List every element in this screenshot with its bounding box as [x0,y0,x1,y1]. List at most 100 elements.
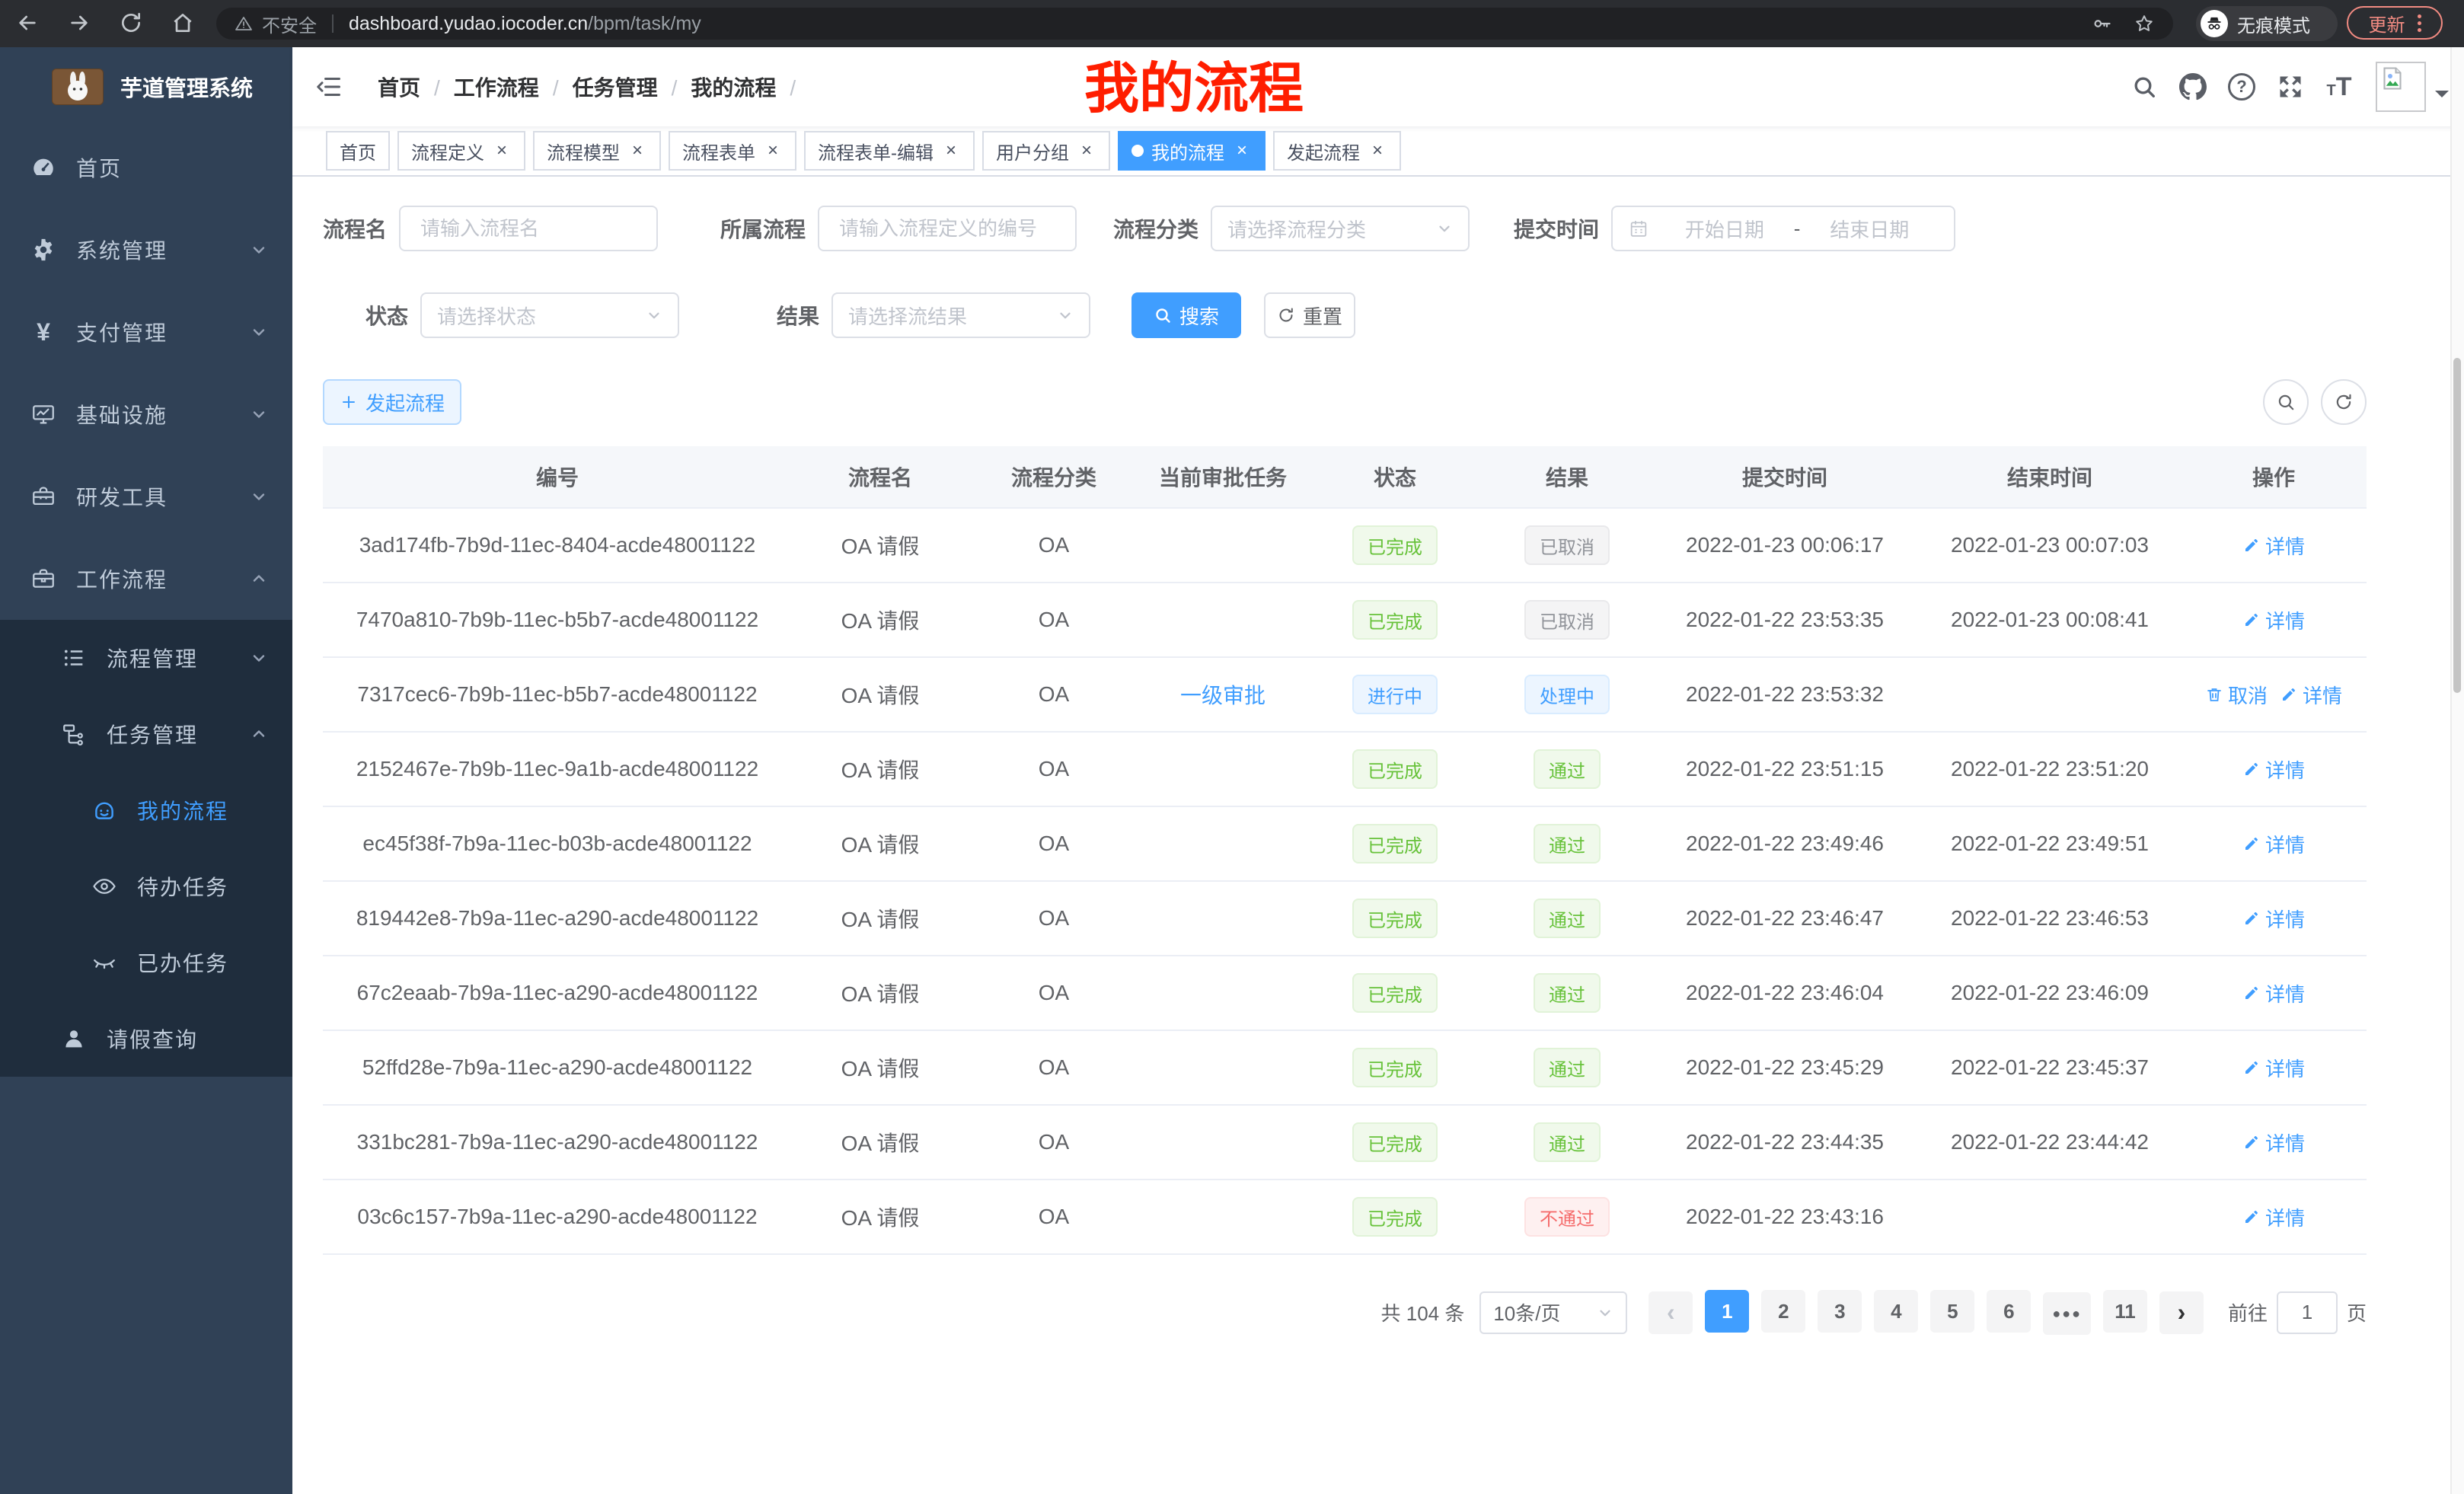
breadcrumb-item[interactable]: 工作流程 [454,72,573,102]
status-select[interactable]: 请选择状态 [420,292,679,338]
breadcrumb-item[interactable]: 首页 [378,72,454,102]
close-tab-icon[interactable] [941,141,961,161]
sidebar-item[interactable]: 研发工具 [0,455,292,538]
table-column-header[interactable]: 编号 [323,446,792,507]
scrollbar-thumb[interactable] [2453,358,2461,693]
detail-link[interactable]: 详情 [2242,1054,2305,1082]
table-column-header[interactable]: 提交时间 [1651,446,1919,507]
current-task-link[interactable]: 一级审批 [1180,679,1266,710]
github-icon[interactable] [2169,62,2217,111]
back-button[interactable] [9,5,46,41]
end-date-placeholder[interactable]: 结束日期 [1800,215,1939,243]
table-column-header[interactable]: 操作 [2181,446,2367,507]
fullscreen-icon[interactable] [2266,62,2315,111]
edit-pen-icon [2242,1208,2261,1226]
view-tab[interactable]: 用户分组 [982,131,1110,171]
address-bar[interactable]: 不安全 dashboard.yudao.iocoder.cn /bpm/task… [216,8,2173,40]
page-number-button[interactable]: 5 [1930,1290,1974,1333]
page-number-button[interactable]: 6 [1987,1290,2031,1333]
close-tab-icon[interactable] [492,141,512,161]
sidebar-item[interactable]: 流程管理 [0,620,292,696]
breadcrumb-item[interactable]: 我的流程 [691,72,809,102]
sidebar-item-label: 我的流程 [137,795,268,825]
page-number-button[interactable]: 4 [1874,1290,1918,1333]
result-select[interactable]: 请选择流结果 [831,292,1090,338]
sidebar-item[interactable]: 基础设施 [0,373,292,455]
category-select[interactable]: 请选择流程分类 [1211,206,1470,251]
process-name-input[interactable] [417,215,640,242]
cancel-link[interactable]: 取消 [2205,681,2268,709]
breadcrumb-item[interactable]: 任务管理 [573,72,691,102]
detail-link[interactable]: 详情 [2280,681,2342,709]
page-number-button[interactable]: 11 [2103,1290,2147,1333]
close-tab-icon[interactable] [1077,141,1096,161]
refresh-table-button[interactable] [2321,379,2367,425]
start-process-button[interactable]: 发起流程 [323,379,461,425]
security-badge[interactable]: 不安全 [262,11,317,37]
close-tab-icon[interactable] [627,141,647,161]
start-date-placeholder[interactable]: 开始日期 [1655,215,1794,243]
sidebar-collapse-toggle[interactable] [305,62,353,111]
detail-link[interactable]: 详情 [2242,1203,2305,1231]
view-tab[interactable]: 我的流程 [1118,131,1266,171]
table-column-header[interactable]: 结果 [1483,446,1651,507]
password-key-icon[interactable] [2091,13,2112,34]
detail-link[interactable]: 详情 [2242,1128,2305,1157]
page-number-button[interactable]: 1 [1705,1290,1749,1333]
next-page-button[interactable] [2159,1291,2204,1334]
close-tab-icon[interactable] [1368,141,1387,161]
view-tab[interactable]: 流程模型 [533,131,661,171]
detail-link[interactable]: 详情 [2242,830,2305,858]
sidebar-item[interactable]: 任务管理 [0,696,292,772]
sidebar-item[interactable]: 已办任务 [0,924,292,1001]
reset-button[interactable]: 重置 [1264,292,1355,338]
view-tab[interactable]: 流程表单-编辑 [804,131,975,171]
process-definition-input[interactable] [836,215,1058,242]
date-range-picker[interactable]: 开始日期 - 结束日期 [1611,206,1955,251]
sidebar-item[interactable]: 首页 [0,126,292,209]
table-column-header[interactable]: 当前审批任务 [1139,446,1307,507]
view-tab[interactable]: 首页 [326,131,390,171]
detail-link[interactable]: 详情 [2242,979,2305,1007]
sidebar-item[interactable]: 系统管理 [0,209,292,291]
table-column-header[interactable]: 流程名 [792,446,969,507]
update-button[interactable]: 更新 [2347,6,2443,40]
avatar[interactable] [2376,62,2426,112]
view-tab[interactable]: 流程表单 [669,131,796,171]
view-tab[interactable]: 发起流程 [1273,131,1401,171]
page-number-button[interactable]: ●●● [2043,1292,2091,1335]
goto-page-input[interactable] [2277,1291,2338,1334]
sidebar-item[interactable]: 请假查询 [0,1001,292,1077]
bookmark-star-icon[interactable] [2134,13,2155,34]
view-tab[interactable]: 流程定义 [397,131,525,171]
help-icon[interactable] [2217,62,2266,111]
show-search-toggle-button[interactable] [2263,379,2309,425]
page-number-button[interactable]: 3 [1818,1290,1862,1333]
forward-button[interactable] [61,5,97,41]
page-number-button[interactable]: 2 [1761,1290,1805,1333]
detail-link[interactable]: 详情 [2242,905,2305,933]
reload-button[interactable] [113,5,149,41]
browser-menu-dots-icon[interactable] [2418,14,2421,32]
avatar-caret-icon[interactable] [2435,91,2449,104]
header-search-icon[interactable] [2120,62,2169,111]
sidebar-item[interactable]: 我的流程 [0,772,292,848]
font-size-icon[interactable] [2315,62,2363,111]
home-button[interactable] [164,5,201,41]
sidebar-item-label: 流程管理 [107,643,250,673]
detail-link[interactable]: 详情 [2242,532,2305,560]
close-tab-icon[interactable] [763,141,783,161]
sidebar-item[interactable]: 支付管理 [0,291,292,373]
close-tab-icon[interactable] [1232,141,1252,161]
sidebar-item[interactable]: 待办任务 [0,848,292,924]
scrollbar[interactable] [2450,47,2464,1494]
search-button[interactable]: 搜索 [1131,292,1241,338]
prev-page-button[interactable] [1649,1291,1693,1334]
detail-link[interactable]: 详情 [2242,755,2305,784]
detail-link[interactable]: 详情 [2242,606,2305,634]
page-size-select[interactable]: 10条/页 [1479,1291,1627,1334]
table-column-header[interactable]: 流程分类 [969,446,1139,507]
table-column-header[interactable]: 结束时间 [1919,446,2181,507]
sidebar-item[interactable]: 工作流程 [0,538,292,620]
table-column-header[interactable]: 状态 [1307,446,1483,507]
